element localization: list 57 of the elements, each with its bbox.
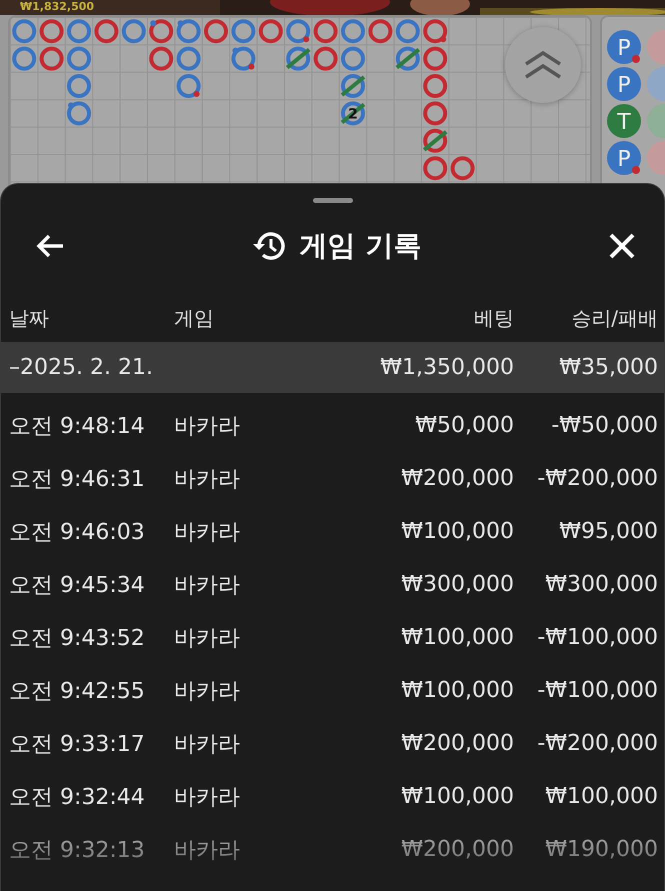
close-icon [608, 232, 636, 260]
time-cell-text: 오전 9:42:55 [9, 678, 146, 706]
game-cell-text: 바카라 [174, 678, 241, 706]
game-cell-text: 바카라 [174, 518, 241, 546]
time-cell-text: 오전 9:33:17 [9, 730, 146, 758]
close-button[interactable] [608, 232, 636, 260]
back-arrow-icon [35, 233, 65, 259]
sheet-title: 게임 기록 [300, 228, 422, 264]
game-cell-text: 바카라 [174, 624, 241, 652]
time-cell-text: 오전 9:48:14 [9, 412, 146, 440]
time-cell-text: 오전 9:32:13 [9, 836, 146, 864]
result-cell-text: -₩50,000 [550, 413, 658, 438]
bead-player: P [607, 30, 641, 64]
group-date: –2025. 2. 21. [9, 355, 154, 380]
column-header: 날짜 [9, 304, 50, 332]
column-header: 승리/패배 [570, 304, 658, 332]
game-cell-text: 바카라 [174, 572, 241, 600]
bead-player: P [607, 67, 641, 101]
bet-cell-text: ₩100,000 [400, 625, 514, 650]
result-cell-text: -₩100,000 [536, 678, 658, 703]
bet-cell-text: ₩100,000 [400, 784, 514, 809]
game-cell-text: 바카라 [174, 730, 241, 758]
time-cell-text: 오전 9:43:52 [9, 624, 146, 652]
bet-cell-text: ₩200,000 [400, 731, 514, 756]
result-cell-text: -₩200,000 [536, 466, 658, 491]
time-cell-text: 오전 9:46:03 [9, 518, 146, 546]
bead-tie: T [607, 104, 641, 138]
drag-handle [312, 198, 352, 203]
result-cell-text: ₩190,000 [544, 837, 658, 862]
game-cell-text: 바카라 [174, 466, 241, 494]
back-button[interactable] [35, 233, 65, 259]
bead-player: P [607, 141, 641, 175]
result-cell-text: -₩100,000 [536, 625, 658, 650]
group-bet-total: ₩1,350,000 [379, 355, 514, 380]
bet-cell-text: ₩200,000 [400, 837, 514, 862]
bet-cell-text: ₩100,000 [400, 678, 514, 703]
result-cell-text: ₩95,000 [558, 519, 658, 544]
bet-cell-text: ₩300,000 [400, 572, 514, 597]
bet-cell-text: ₩200,000 [400, 466, 514, 491]
balance-amount: ₩1,832,500 [20, 1, 94, 13]
date-group-row[interactable]: –2025. 2. 21. ₩1,350,000 ₩35,000 [1, 342, 664, 393]
time-cell-text: 오전 9:45:34 [9, 572, 146, 600]
time-cell-text: 오전 9:32:44 [9, 784, 146, 812]
game-cell-text: 바카라 [174, 836, 241, 864]
column-header: 베팅 [473, 304, 514, 332]
double-chevron-up-icon [523, 50, 563, 80]
bet-cell-text: ₩50,000 [414, 413, 514, 438]
result-cell-text: ₩300,000 [544, 572, 658, 597]
result-cell-text: -₩200,000 [536, 731, 658, 756]
time-cell-text: 오전 9:46:31 [9, 466, 146, 494]
history-icon [252, 230, 286, 262]
game-cell-text: 바카라 [174, 784, 241, 812]
bet-cell-text: ₩100,000 [400, 519, 514, 544]
result-cell-text: ₩100,000 [544, 784, 658, 809]
group-result-total: ₩35,000 [558, 355, 658, 380]
column-header: 게임 [174, 304, 215, 332]
game-cell-text: 바카라 [174, 412, 241, 440]
